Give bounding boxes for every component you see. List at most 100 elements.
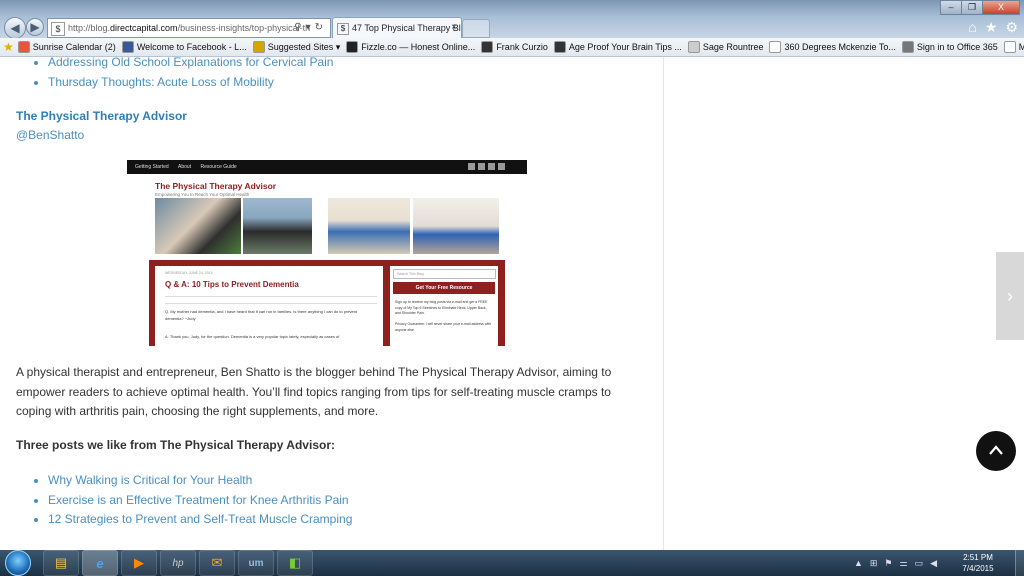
favorites-star-icon[interactable]: ★ (3, 40, 14, 54)
list-item: Addressing Old School Explanations for C… (48, 57, 333, 73)
media-player-icon[interactable]: ▶ (121, 550, 157, 576)
home-icon[interactable]: ⌂ (968, 19, 976, 36)
shot-resource-text: Sign up to receive my blog posts via e-m… (395, 300, 493, 333)
google-plus-icon (488, 163, 495, 170)
blog-name-link[interactable]: The Physical Therapy Advisor (16, 109, 187, 123)
post-link[interactable]: 12 Strategies to Prevent and Self-Treat … (48, 512, 352, 526)
new-tab-button[interactable] (462, 19, 490, 38)
search-icon[interactable]: ⚲ (294, 22, 305, 33)
back-button[interactable]: ◀ (4, 17, 26, 39)
network-icon[interactable]: ⚌ (899, 558, 907, 569)
shot-social-icons (468, 163, 505, 170)
email-icon (498, 163, 505, 170)
url-path: /business-insights/top-physical-th (177, 23, 311, 33)
favorite-label: Age Proof Your Brain Tips ... (568, 42, 682, 52)
tab-active[interactable]: $47 Top Physical Therapy Bl... × (332, 17, 462, 39)
close-window-button[interactable]: X (982, 0, 1020, 15)
tab-close-button[interactable]: × (451, 18, 457, 38)
favorite-item[interactable]: Age Proof Your Brain Tips ... (553, 41, 682, 53)
tab-title: 47 Top Physical Therapy Bl... (352, 23, 462, 33)
favorite-label: Frank Curzio (496, 42, 548, 52)
previous-post-links: Addressing Old School Explanations for C… (0, 57, 333, 92)
minimize-button[interactable]: – (940, 0, 962, 15)
next-article-arrow-button[interactable]: › (996, 252, 1024, 340)
post-link[interactable]: Addressing Old School Explanations for C… (48, 57, 333, 69)
chevron-up-icon (989, 445, 1003, 455)
favorite-favicon-icon (17, 41, 30, 53)
page-viewport: Addressing Old School Explanations for C… (0, 57, 1024, 550)
maximize-button[interactable]: ❐ (961, 0, 983, 15)
post-link[interactable]: Why Walking is Critical for Your Health (48, 473, 252, 487)
favorite-label: Welcome to Facebook - L... (136, 42, 247, 52)
settings-gear-icon[interactable]: ⚙ (1005, 19, 1018, 36)
favorite-favicon-icon (769, 41, 782, 53)
tray-expand-icon[interactable]: ▲ (854, 558, 863, 569)
shot-photo-runner (243, 198, 312, 254)
refresh-icon[interactable]: ↻ (315, 22, 327, 33)
clock-date: 7/4/2015 (962, 564, 994, 573)
um-app-icon[interactable]: um (238, 550, 274, 576)
article-column: Addressing Old School Explanations for C… (0, 57, 664, 550)
favorite-item[interactable]: Suggested Sites ▾ (252, 41, 341, 53)
favorite-item[interactable]: Frank Curzio (481, 41, 548, 53)
start-button[interactable] (5, 550, 31, 576)
address-tools: ⚲▾↻ (294, 19, 327, 37)
shot-nav-item: About (178, 164, 192, 170)
url-prefix: http://blog. (68, 23, 111, 33)
browser-titlebar: ◀ ▶ $ http://blog.directcapital.com/busin… (0, 0, 1024, 39)
forward-button[interactable]: ▶ (26, 18, 44, 36)
favorite-item[interactable]: Sage Rountree (687, 41, 764, 53)
address-bar[interactable]: $ http://blog.directcapital.com/business-… (47, 18, 331, 38)
list-item: Exercise is an Effective Treatment for K… (48, 491, 352, 511)
shot-blog-title: The Physical Therapy Advisor (155, 181, 277, 191)
shot-post-date: WEDNESDAY, JUNE 24, 2015 (165, 271, 213, 275)
back-to-top-button[interactable] (976, 431, 1016, 471)
url-domain: directcapital.com (110, 23, 178, 33)
show-desktop-button[interactable] (1015, 550, 1024, 576)
shot-post-question: Q. My mother had dementia, and I have he… (165, 309, 358, 321)
favorites-star-icon[interactable]: ★ (985, 19, 998, 36)
favorite-item[interactable]: Sign in to Office 365 (901, 41, 998, 53)
volume-icon[interactable]: ◀ (930, 558, 937, 569)
tray-icons: ▲ ⊞ ⚑ ⚌ ▭ ◀ (854, 558, 937, 569)
outlook-icon[interactable]: ✉ (199, 550, 235, 576)
post-link[interactable]: Exercise is an Effective Treatment for K… (48, 493, 349, 507)
windows-flag-icon[interactable]: ⊞ (870, 558, 878, 569)
shot-nav-item: Getting Started (135, 164, 169, 170)
favorite-item[interactable]: Multicare (1003, 41, 1024, 53)
chevron-right-icon: › (1007, 286, 1013, 306)
display-icon[interactable]: ▭ (915, 558, 924, 569)
shot-photo-leg-raise (413, 198, 499, 254)
shot-blog-tagline: Empowering You to Reach Your Optimal Hea… (155, 192, 250, 197)
favorite-item[interactable]: 360 Degrees Mckenzie To... (769, 41, 896, 53)
clock[interactable]: 2:51 PM 7/4/2015 (951, 552, 1005, 574)
favorite-item[interactable]: Fizzle.co — Honest Online... (346, 41, 475, 53)
file-explorer-icon[interactable]: ▤ (43, 550, 79, 576)
favorite-favicon-icon (252, 41, 265, 53)
favorites-bar: ★ Sunrise Calendar (2) Welcome to Faceboo… (0, 38, 1024, 57)
favorite-favicon-icon (901, 41, 914, 53)
dropdown-icon[interactable]: ▾ (306, 22, 315, 33)
hp-icon[interactable]: hp (160, 550, 196, 576)
favorite-item[interactable]: Welcome to Facebook - L... (121, 41, 247, 53)
shot-photo-floor-exercise (328, 198, 410, 254)
shot-post-answer: A. Thank you, Judy, for the question. De… (165, 334, 340, 339)
favorite-label: Sage Rountree (702, 42, 764, 52)
favorite-favicon-icon (687, 41, 700, 53)
green-app-icon[interactable]: ◧ (277, 550, 313, 576)
post-link[interactable]: Thursday Thoughts: Acute Loss of Mobilit… (48, 75, 274, 89)
browser-toolbar: ⌂ ★ ⚙ (968, 19, 1018, 36)
list-item: Why Walking is Critical for Your Health (48, 471, 352, 491)
blog-screenshot-image: Getting Started About Resource Guide The… (127, 160, 527, 346)
list-item: Thursday Thoughts: Acute Loss of Mobilit… (48, 73, 333, 93)
favorite-label: Fizzle.co — Honest Online... (361, 42, 476, 52)
shot-post: WEDNESDAY, JUNE 24, 2015 Q & A: 10 Tips … (155, 266, 383, 346)
action-center-flag-icon[interactable]: ⚑ (884, 558, 892, 569)
favorite-favicon-icon (481, 41, 494, 53)
favorite-label: Suggested Sites ▾ (267, 41, 341, 52)
favorite-item[interactable]: Sunrise Calendar (2) (17, 41, 116, 53)
system-tray: ▲ ⊞ ⚑ ⚌ ▭ ◀ 2:51 PM 7/4/2015 (854, 550, 1024, 576)
twitter-handle-link[interactable]: @BenShatto (16, 128, 84, 142)
favorite-favicon-icon (346, 41, 359, 53)
internet-explorer-icon[interactable]: e (82, 550, 118, 576)
